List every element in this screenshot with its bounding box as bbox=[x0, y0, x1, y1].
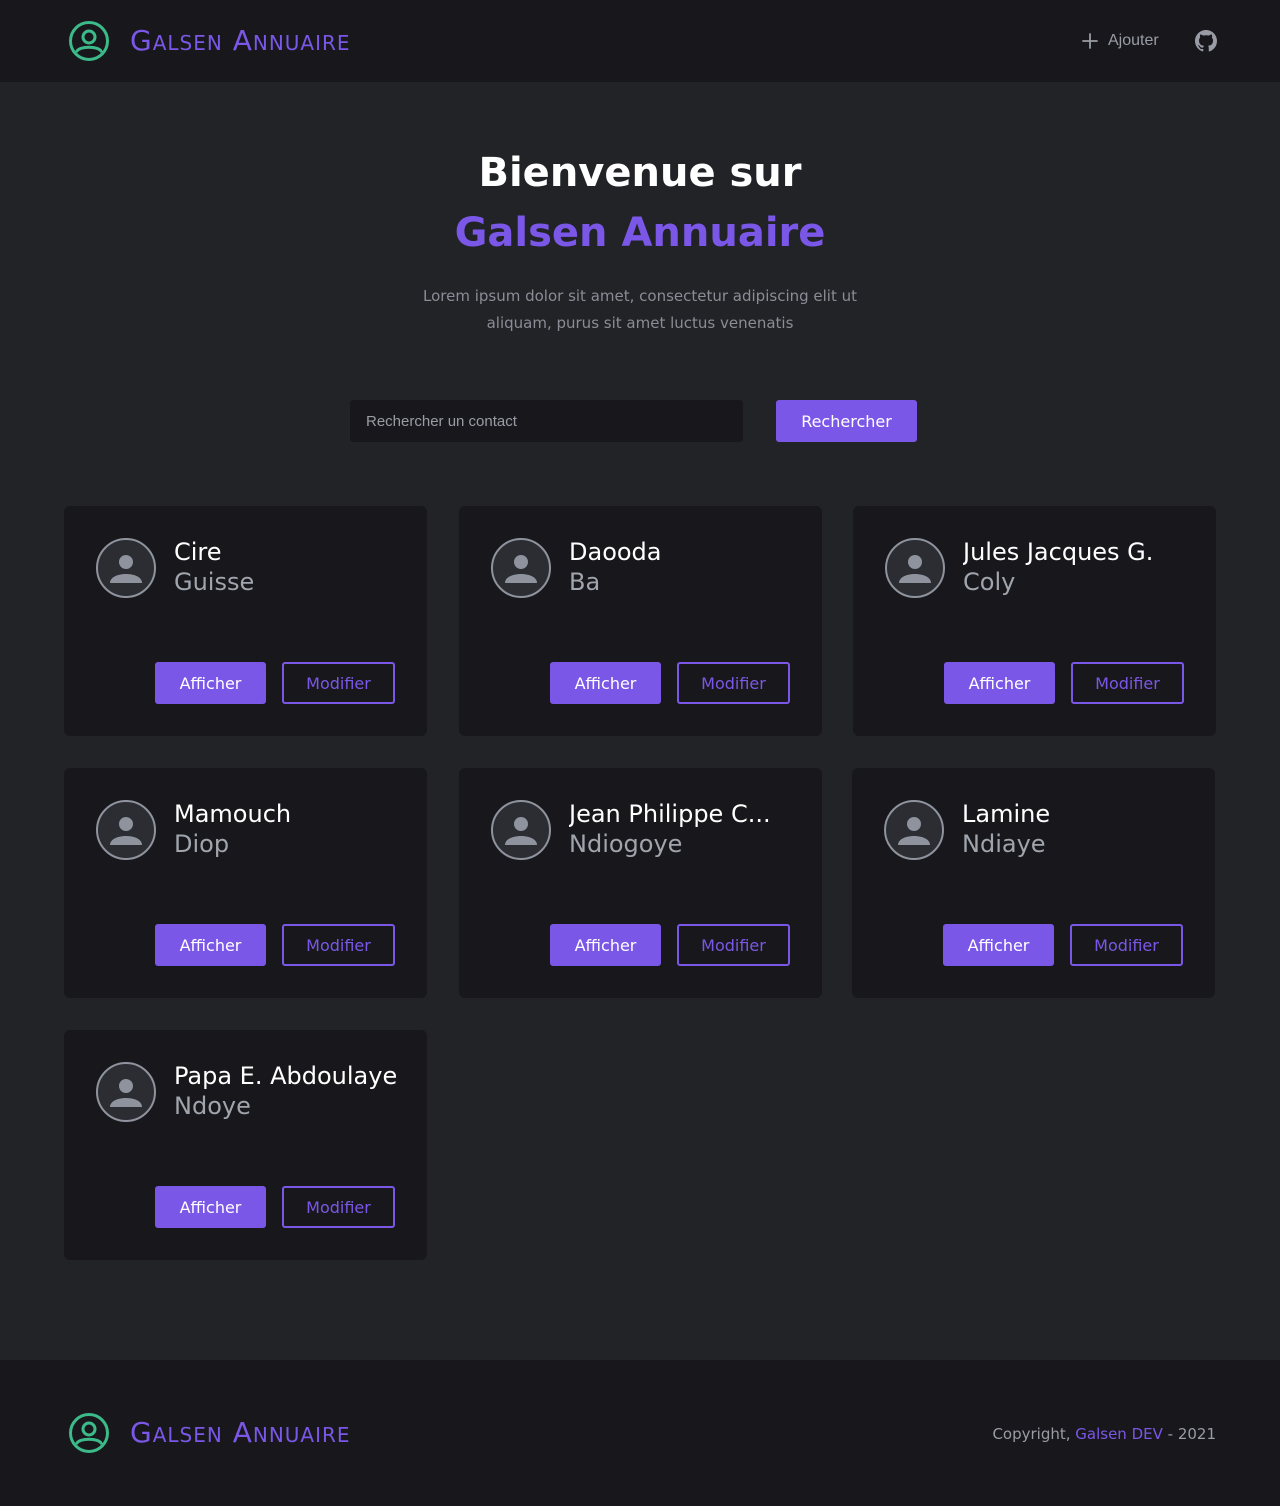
top-navbar: Galsen Annuaire Ajouter bbox=[0, 0, 1280, 82]
contact-last-name: Ndiogoye bbox=[569, 830, 683, 858]
copyright-link[interactable]: Galsen DEV bbox=[1075, 1425, 1163, 1443]
contact-last-name: Ba bbox=[569, 568, 601, 596]
avatar-icon bbox=[491, 800, 551, 860]
contact-card: Jean Philippe C... Ndiogoye Afficher Mod… bbox=[459, 768, 822, 998]
add-contact-label: Ajouter bbox=[1108, 32, 1159, 49]
contact-card: Cire Guisse Afficher Modifier bbox=[64, 506, 427, 736]
contact-last-name: Ndoye bbox=[174, 1092, 251, 1120]
show-contact-button[interactable]: Afficher bbox=[550, 662, 661, 704]
edit-contact-button[interactable]: Modifier bbox=[677, 662, 790, 704]
avatar-icon bbox=[885, 538, 945, 598]
avatar-icon bbox=[96, 800, 156, 860]
contact-first-name: Lamine bbox=[962, 800, 1051, 828]
contact-last-name: Coly bbox=[963, 568, 1016, 596]
copyright-prefix: Copyright, bbox=[992, 1425, 1076, 1443]
edit-contact-button[interactable]: Modifier bbox=[282, 662, 395, 704]
show-contact-button[interactable]: Afficher bbox=[155, 662, 266, 704]
brand-name: Galsen Annuaire bbox=[130, 24, 351, 57]
contact-first-name: Papa E. Abdoulaye bbox=[174, 1062, 398, 1090]
footer: Galsen Annuaire Copyright, Galsen DEV - … bbox=[0, 1360, 1280, 1506]
brand-name: Galsen Annuaire bbox=[130, 1416, 351, 1449]
hero-brand: Galsen Annuaire bbox=[454, 210, 826, 256]
contact-card: Daooda Ba Afficher Modifier bbox=[459, 506, 822, 736]
contact-card: Jules Jacques G. Coly Afficher Modifier bbox=[853, 506, 1216, 736]
show-contact-button[interactable]: Afficher bbox=[944, 662, 1055, 704]
header-brand[interactable]: Galsen Annuaire bbox=[68, 20, 351, 62]
search-input[interactable] bbox=[350, 400, 743, 442]
contact-first-name: Daooda bbox=[569, 538, 662, 566]
contact-first-name: Mamouch bbox=[174, 800, 292, 828]
avatar-icon bbox=[96, 538, 156, 598]
copyright-suffix: - 2021 bbox=[1162, 1425, 1216, 1443]
edit-contact-button[interactable]: Modifier bbox=[282, 1186, 395, 1228]
user-circle-icon bbox=[69, 21, 109, 61]
show-contact-button[interactable]: Afficher bbox=[943, 924, 1054, 966]
show-contact-button[interactable]: Afficher bbox=[155, 924, 266, 966]
edit-contact-button[interactable]: Modifier bbox=[1071, 662, 1184, 704]
edit-contact-button[interactable]: Modifier bbox=[1070, 924, 1183, 966]
show-contact-button[interactable]: Afficher bbox=[550, 924, 661, 966]
github-icon[interactable] bbox=[1195, 30, 1217, 52]
contact-last-name: Diop bbox=[174, 830, 230, 858]
avatar-icon bbox=[491, 538, 551, 598]
user-circle-icon bbox=[69, 1413, 109, 1453]
contact-card: Papa E. Abdoulaye Ndoye Afficher Modifie… bbox=[64, 1030, 427, 1260]
show-contact-button[interactable]: Afficher bbox=[155, 1186, 266, 1228]
footer-brand[interactable]: Galsen Annuaire bbox=[68, 1412, 351, 1454]
contact-card: Lamine Ndiaye Afficher Modifier bbox=[852, 768, 1215, 998]
add-contact-link[interactable]: Ajouter bbox=[1081, 28, 1159, 54]
contact-first-name: Jules Jacques G. bbox=[963, 538, 1154, 566]
avatar-icon bbox=[96, 1062, 156, 1122]
copyright: Copyright, Galsen DEV - 2021 bbox=[992, 1422, 1216, 1446]
edit-contact-button[interactable]: Modifier bbox=[282, 924, 395, 966]
contact-first-name: Cire bbox=[174, 538, 222, 566]
avatar-icon bbox=[884, 800, 944, 860]
contact-last-name: Guisse bbox=[174, 568, 255, 596]
hero-description: Lorem ipsum dolor sit amet, consectetur … bbox=[422, 287, 858, 332]
search-button[interactable]: Rechercher bbox=[776, 400, 917, 442]
edit-contact-button[interactable]: Modifier bbox=[677, 924, 790, 966]
plus-icon bbox=[1082, 33, 1098, 49]
contact-first-name: Jean Philippe C... bbox=[569, 800, 771, 828]
hero-title: Bienvenue sur bbox=[478, 150, 802, 196]
contact-card: Mamouch Diop Afficher Modifier bbox=[64, 768, 427, 998]
contact-last-name: Ndiaye bbox=[962, 830, 1046, 858]
